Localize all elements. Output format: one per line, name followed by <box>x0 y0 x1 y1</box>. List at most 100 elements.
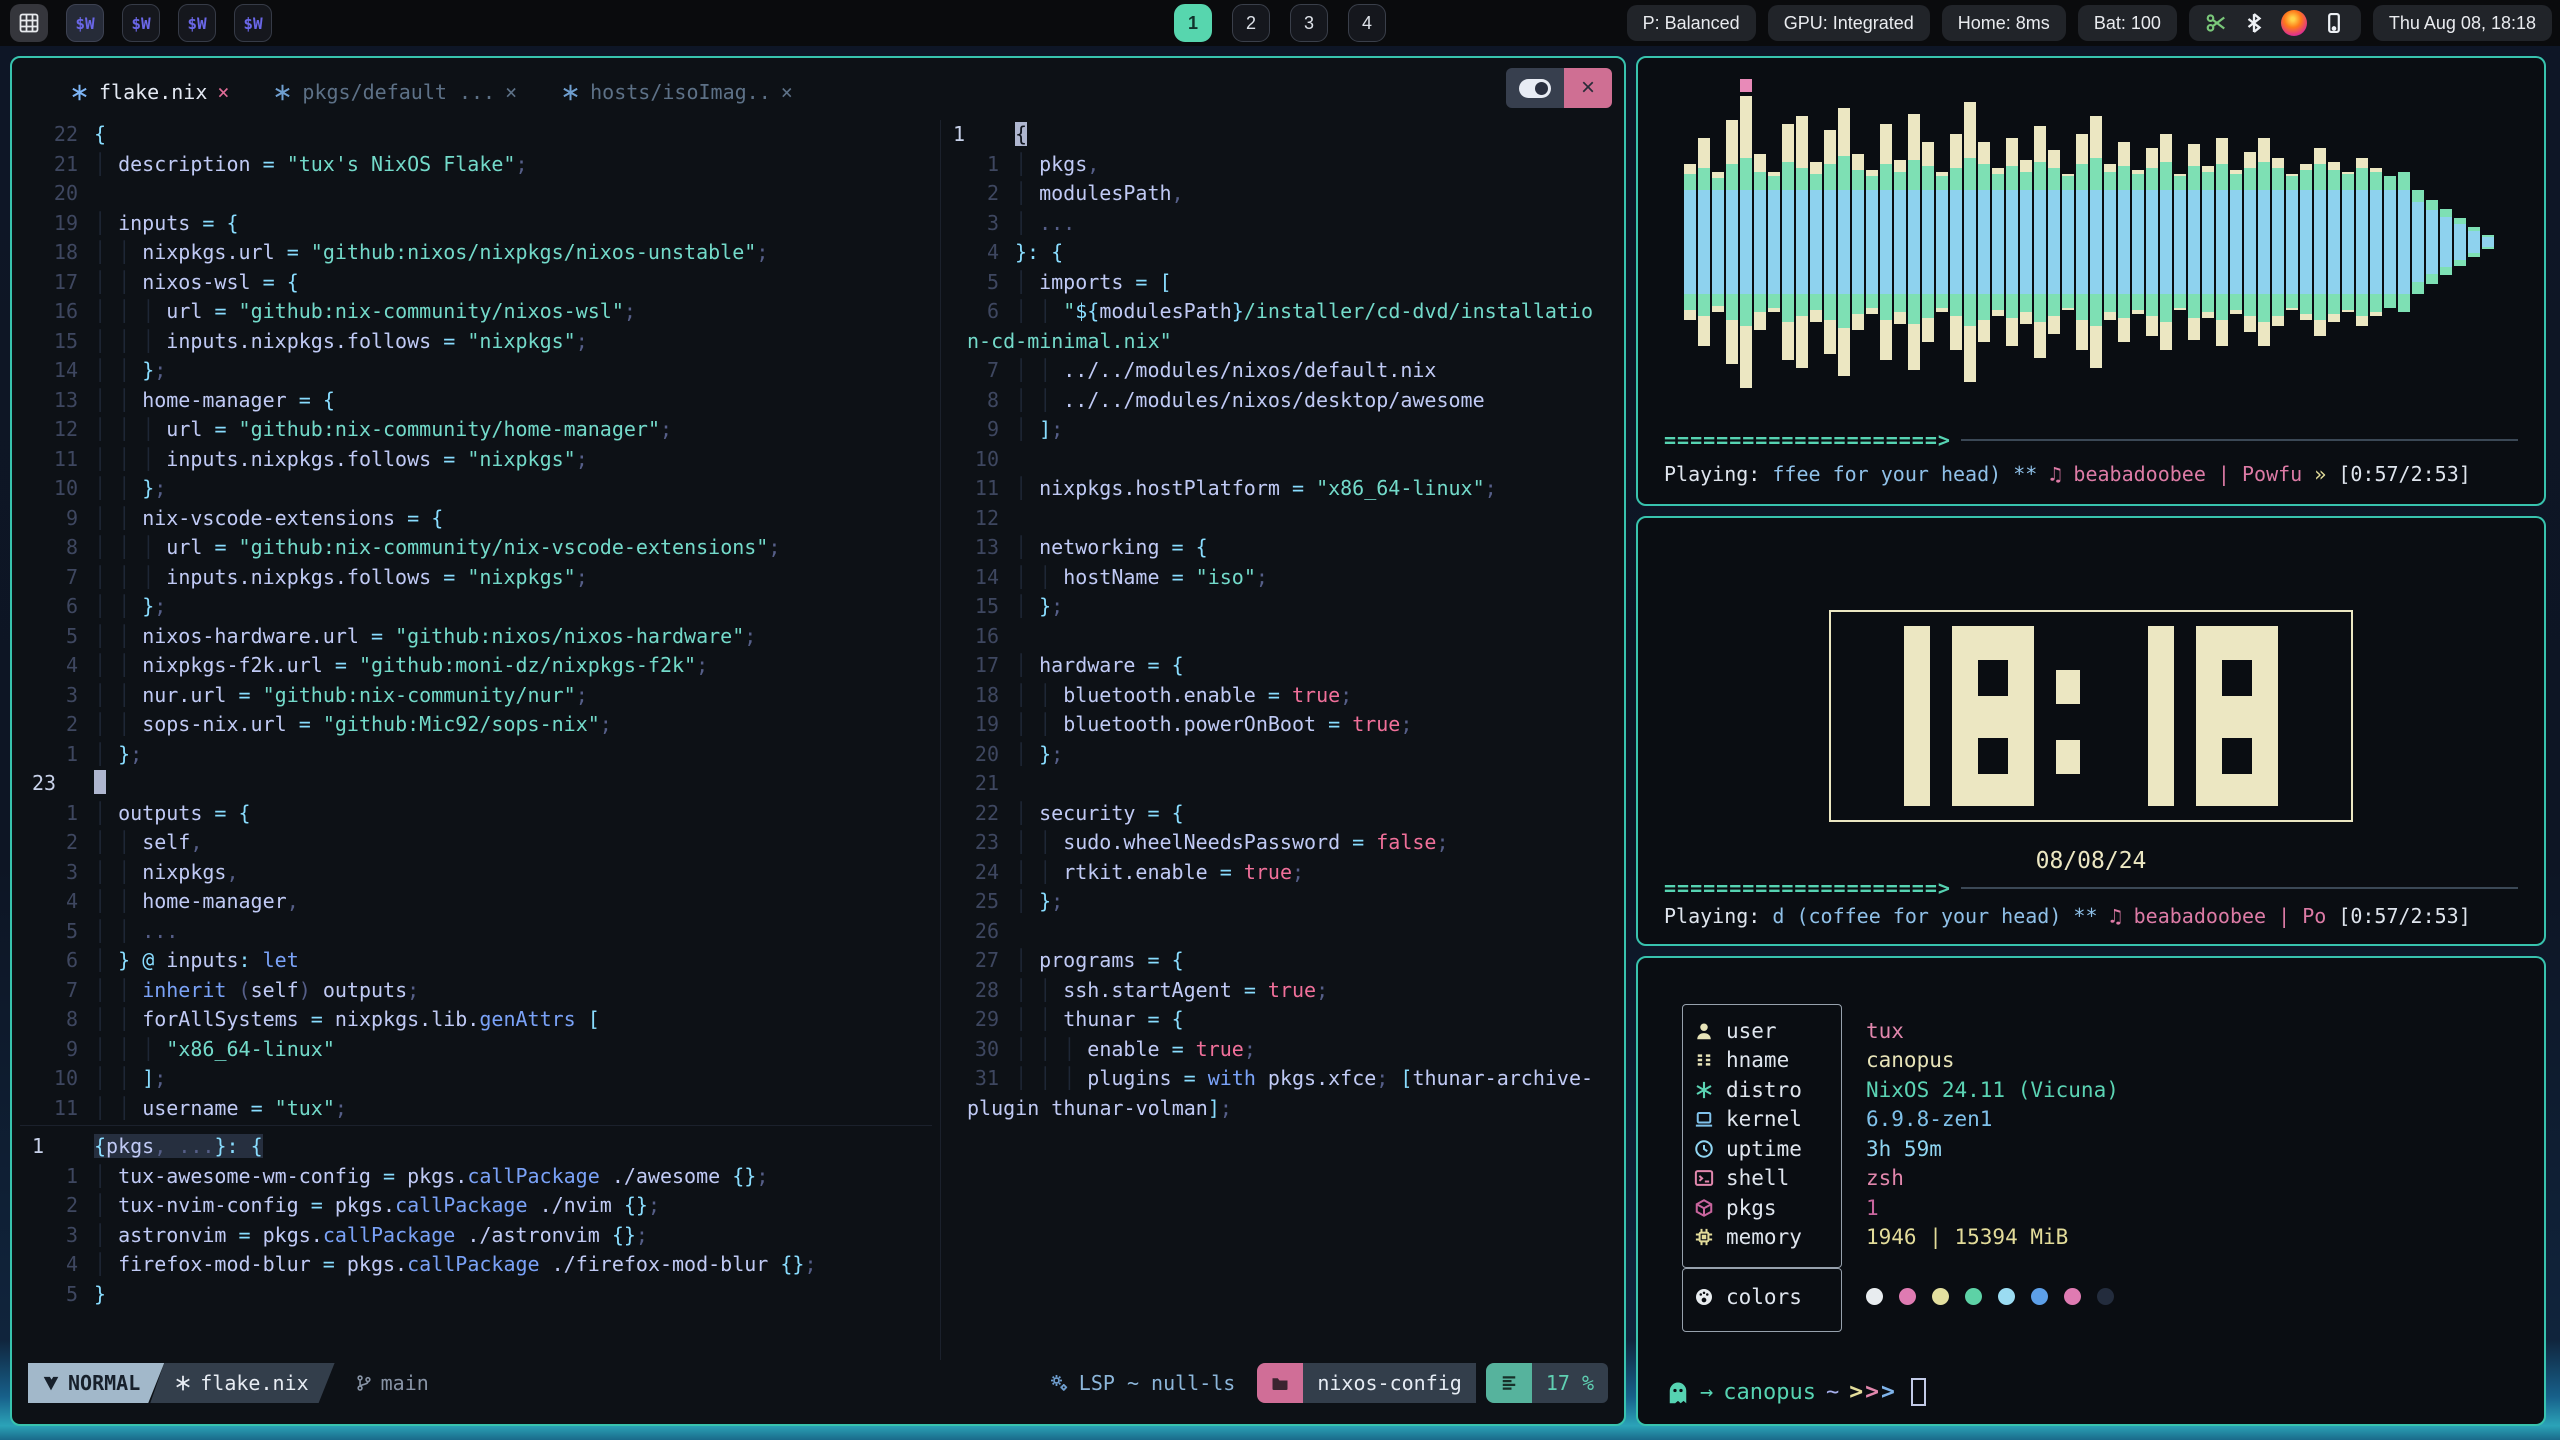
status-pill-1[interactable]: P: Balanced <box>1627 5 1756 41</box>
status-pill-4[interactable]: Bat: 100 <box>2078 5 2177 41</box>
git-branch[interactable]: main <box>355 1371 429 1395</box>
workspace-button-2[interactable]: $W <box>122 4 160 42</box>
workspace-button-1[interactable]: $W <box>66 4 104 42</box>
tab-close-icon[interactable]: × <box>217 80 229 104</box>
tab-close-icon[interactable]: × <box>781 80 793 104</box>
code-line: 8│ │ forAllSystems = nixpkgs.lib.genAttr… <box>20 1005 932 1035</box>
tab-close-icon[interactable]: × <box>505 80 517 104</box>
mode-segment: NORMAL <box>28 1363 164 1403</box>
shell-prompt[interactable]: →canopus~>>> <box>1666 1378 1926 1406</box>
flame-icon[interactable] <box>2281 10 2307 36</box>
folder-icon <box>1270 1373 1290 1393</box>
code-line: 18│ │ nixpkgs.url = "github:nixos/nixpkg… <box>20 238 932 268</box>
code-text: n-cd-minimal.nix" <box>941 327 1624 357</box>
toggle-icon <box>1519 79 1551 98</box>
terminal-cursor[interactable] <box>1911 1378 1926 1406</box>
code-text <box>1015 504 1624 534</box>
list-icon <box>1694 1050 1714 1070</box>
code-line: 30│ │ │ enable = true; <box>941 1035 1624 1065</box>
code-text: │ pkgs, <box>1015 150 1624 180</box>
line-number: 7 <box>941 356 1015 386</box>
mode-label: NORMAL <box>68 1371 140 1395</box>
song-progress[interactable]: =====================> <box>1638 426 2544 454</box>
code-line: 23 <box>20 769 932 799</box>
code-text: │ imports = [ <box>1015 268 1624 298</box>
code-text: │ tux-nvim-config = pkgs.callPackage ./n… <box>94 1191 932 1221</box>
tag-1[interactable]: 1 <box>1174 4 1212 42</box>
clock-pill[interactable]: Thu Aug 08, 18:18 <box>2373 5 2552 41</box>
code-line: 4}: { <box>941 238 1624 268</box>
line-number: 4 <box>20 1250 94 1280</box>
code-line: 11│ │ username = "tux"; <box>20 1094 932 1124</box>
tag-3[interactable]: 3 <box>1290 4 1328 42</box>
code-text: │ │ "${modulesPath}/installer/cd-dvd/ins… <box>1015 297 1624 327</box>
code-text: { <box>94 120 932 150</box>
statusline-filename: flake.nix <box>200 1371 308 1395</box>
window-close-button[interactable]: × <box>1564 68 1612 108</box>
fetch-value: NixOS 24.11 (Vicuna) <box>1866 1078 2119 1102</box>
scissors-icon[interactable] <box>2205 12 2227 34</box>
code-text: │ modulesPath, <box>1015 179 1624 209</box>
line-number: 1 <box>941 150 1015 180</box>
editor-tab-3[interactable]: hosts/isoImag..× <box>561 80 793 104</box>
code-line: 5│ │ nixos-hardware.url = "github:nixos/… <box>20 622 932 652</box>
line-number: 10 <box>20 474 94 504</box>
status-pill-3[interactable]: Home: 8ms <box>1942 5 2066 41</box>
line-number: 3 <box>941 209 1015 239</box>
code-text <box>1015 445 1624 475</box>
code-line: 20│ }; <box>941 740 1624 770</box>
vim-icon <box>42 1374 60 1392</box>
code-text: │ │ │ plugins = with pkgs.xfce; [thunar-… <box>1015 1064 1624 1094</box>
code-text: │ astronvim = pkgs.callPackage ./astronv… <box>94 1221 932 1251</box>
package-icon <box>1694 1198 1714 1218</box>
code-text: │ │ username = "tux"; <box>94 1094 932 1124</box>
fetch-value: canopus <box>1866 1048 1955 1072</box>
line-number: 31 <box>941 1064 1015 1094</box>
code-text: │ } @ inputs: let <box>94 946 932 976</box>
toggle-button[interactable] <box>1506 68 1564 108</box>
pane-flake-nix[interactable]: 22{21│ description = "tux's NixOS Flake"… <box>20 120 932 1124</box>
now-playing-line: Playing: ffee for your head) ** ♫ beabad… <box>1638 460 2544 488</box>
code-line: 1│ outputs = { <box>20 799 932 829</box>
code-text: {pkgs, ...}: { <box>94 1132 932 1162</box>
pane-pkgs-default-nix[interactable]: 1{pkgs, ...}: {1│ tux-awesome-wm-config … <box>20 1125 932 1315</box>
code-line: 3│ ... <box>941 209 1624 239</box>
nix-icon <box>273 83 292 102</box>
file-segment[interactable]: flake.nix <box>150 1363 334 1403</box>
pane-hosts-isoimage-nix[interactable]: 1{1│ pkgs,2│ modulesPath,3│ ...4}: {5│ i… <box>940 120 1624 1360</box>
status-pill-2[interactable]: GPU: Integrated <box>1768 5 1930 41</box>
system-tray[interactable] <box>2189 5 2361 41</box>
code-text: │ │ }; <box>94 592 932 622</box>
editor-tab-1[interactable]: flake.nix× <box>70 80 229 104</box>
bluetooth-icon[interactable] <box>2243 12 2265 34</box>
code-text: │ │ bluetooth.powerOnBoot = true; <box>1015 710 1624 740</box>
fetch-label: user <box>1726 1019 1866 1043</box>
code-line: 3│ astronvim = pkgs.callPackage ./astron… <box>20 1221 932 1251</box>
editor-tab-2[interactable]: pkgs/default ...× <box>273 80 517 104</box>
fetch-terminal-widget[interactable]: usertuxhnamecanopusdistroNixOS 24.11 (Vi… <box>1636 956 2546 1426</box>
line-number: 26 <box>941 917 1015 947</box>
tag-2[interactable]: 2 <box>1232 4 1270 42</box>
code-text <box>1015 769 1624 799</box>
project-name[interactable]: nixos-config <box>1303 1363 1476 1403</box>
launcher-button[interactable] <box>10 4 48 42</box>
nix-icon <box>561 83 580 102</box>
clock-date: 08/08/24 <box>1638 848 2544 874</box>
code-line: 3│ │ nur.url = "github:nix-community/nur… <box>20 681 932 711</box>
code-line: 15│ │ │ inputs.nixpkgs.follows = "nixpkg… <box>20 327 932 357</box>
fetch-label: memory <box>1726 1225 1866 1249</box>
workspace-button-3[interactable]: $W <box>178 4 216 42</box>
workspace-button-4[interactable]: $W <box>234 4 272 42</box>
line-number: 25 <box>941 887 1015 917</box>
lsp-status[interactable]: LSP ~ null-ls <box>1049 1371 1236 1395</box>
code-line: 16│ │ │ url = "github:nix-community/nixo… <box>20 297 932 327</box>
digit-1 <box>1904 626 1930 806</box>
song-progress-2[interactable]: =====================> <box>1638 874 2544 902</box>
line-number: 19 <box>941 710 1015 740</box>
phone-icon[interactable] <box>2323 12 2345 34</box>
music-visualizer-widget: =====================> Playing: ffee for… <box>1636 56 2546 506</box>
line-number: 22 <box>20 120 94 150</box>
line-number: 23 <box>20 769 94 799</box>
code-text: │ ... <box>1015 209 1624 239</box>
tag-4[interactable]: 4 <box>1348 4 1386 42</box>
